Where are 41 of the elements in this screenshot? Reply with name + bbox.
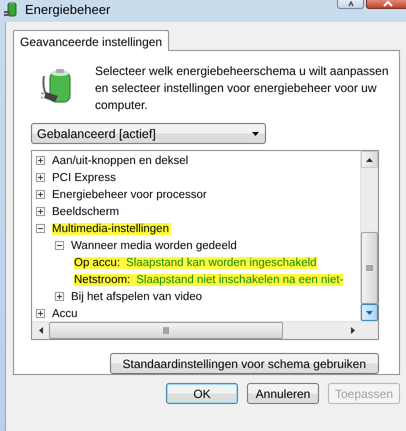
expand-icon[interactable] xyxy=(55,292,64,301)
grip-icon xyxy=(163,327,169,334)
setting-value[interactable]: Slaapstand niet inschakelen na een niet- xyxy=(132,274,344,286)
expand-icon[interactable] xyxy=(36,309,45,318)
caret-icon xyxy=(383,1,393,7)
grip-icon xyxy=(366,265,373,271)
help-button[interactable] xyxy=(337,0,364,9)
up-arrow-icon[interactable] xyxy=(366,158,373,162)
horizontal-scrollbar[interactable] xyxy=(32,321,378,339)
right-arrow-icon[interactable] xyxy=(350,327,354,334)
dialog-button[interactable]: Annuleren xyxy=(247,383,319,404)
setting-label: Op accu: xyxy=(74,256,122,268)
dialog-button[interactable]: OK xyxy=(166,383,238,404)
restore-defaults-button[interactable]: Standaardinstellingen voor schema gebruiken xyxy=(110,353,379,374)
tree-item[interactable]: Beeldscherm xyxy=(52,206,122,218)
tree-item[interactable]: Wanneer media worden gedeeld xyxy=(71,240,239,252)
expand-icon[interactable] xyxy=(36,207,45,216)
left-arrow-icon[interactable] xyxy=(38,327,42,334)
tree-item[interactable]: Aan/uit-knoppen en deksel xyxy=(52,154,190,166)
caret-icon xyxy=(346,1,354,7)
window-title: Energiebeheer xyxy=(25,2,110,17)
collapse-icon[interactable] xyxy=(55,241,64,250)
setting-label: Netstroom: xyxy=(74,274,132,286)
expand-icon[interactable] xyxy=(36,156,45,165)
close-button[interactable] xyxy=(366,0,406,9)
instruction-text: Selecteer welk energiebeheerschema u wilt aanpassen en selecteer instellingen voor energiebeheer voor uw computer. xyxy=(95,63,390,114)
caret-icon xyxy=(252,132,259,136)
tree-item[interactable]: Energiebeheer voor processor xyxy=(52,188,209,200)
tree-item[interactable]: Bij het afspelen van video xyxy=(71,290,204,302)
vertical-scrollbar[interactable] xyxy=(360,151,378,321)
setting-value[interactable]: Slaapstand kan worden ingeschakeld xyxy=(122,256,317,268)
down-arrow-icon[interactable] xyxy=(366,310,373,314)
collapse-icon[interactable] xyxy=(36,224,45,233)
scheme-dropdown[interactable]: Gebalanceerd [actief] xyxy=(31,123,266,144)
tree-item[interactable]: Accu xyxy=(52,308,80,320)
expand-icon[interactable] xyxy=(36,173,45,182)
tree-item[interactable]: PCI Express xyxy=(52,172,118,184)
battery-plug-icon xyxy=(3,2,19,18)
tab[interactable]: Geavanceerde instellingen xyxy=(13,30,170,51)
tree-item[interactable]: Multimedia-instellingen xyxy=(52,222,171,234)
expand-icon[interactable] xyxy=(36,190,45,199)
